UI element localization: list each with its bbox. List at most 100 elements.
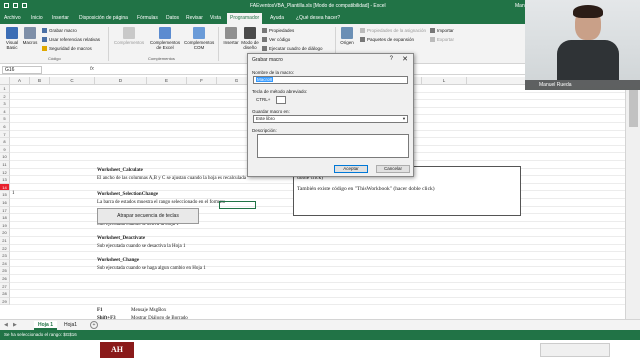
- cell-title[interactable]: Worksheet_Calculate: [97, 168, 143, 173]
- run-dialog-button[interactable]: Ejecutar cuadro de diálogo: [262, 46, 323, 51]
- row-header[interactable]: 16: [0, 199, 10, 207]
- cell-shortcut-desc[interactable]: Mensaje MsgBox: [131, 308, 166, 313]
- column-header[interactable]: D: [95, 77, 147, 85]
- row-header[interactable]: 3: [0, 100, 10, 108]
- row-header[interactable]: 24: [0, 259, 10, 268]
- column-header[interactable]: A: [10, 77, 30, 85]
- cell-shortcut-key[interactable]: F1: [97, 308, 103, 313]
- name-box[interactable]: G16: [2, 66, 42, 74]
- row-header[interactable]: 2: [0, 92, 10, 101]
- sheet-tab-hoja1[interactable]: Hoja1: [60, 321, 81, 330]
- row-header[interactable]: 22: [0, 244, 10, 253]
- insert-control-button[interactable]: Insertar: [221, 27, 241, 45]
- select-all-corner[interactable]: [0, 77, 10, 85]
- cancel-button[interactable]: Cancelar: [376, 165, 410, 173]
- column-header[interactable]: L: [422, 77, 467, 85]
- tab-insertar[interactable]: Insertar: [52, 15, 69, 21]
- tab-disposicion[interactable]: Disposición de página: [79, 15, 128, 21]
- row-header[interactable]: 11: [0, 161, 10, 169]
- expansion-packs-button[interactable]: Paquetes de expansión: [360, 37, 414, 42]
- macro-security-button[interactable]: Seguridad de macros: [42, 46, 92, 51]
- tab-revisar[interactable]: Revisar: [186, 15, 203, 21]
- visual-basic-button[interactable]: Visual Basic: [2, 27, 22, 50]
- save-icon[interactable]: [4, 3, 9, 8]
- view-code-button[interactable]: Ver código: [262, 37, 290, 42]
- row-header[interactable]: 25: [0, 267, 10, 275]
- sheet-scroll-left-icon[interactable]: ◀: [4, 322, 8, 328]
- add-sheet-icon[interactable]: +: [90, 321, 98, 329]
- column-header[interactable]: C: [50, 77, 95, 85]
- cell-description[interactable]: Sub ejecutada cuando se haga algun cambi…: [97, 266, 206, 271]
- grid-line: [10, 304, 625, 306]
- row-header[interactable]: 8: [0, 138, 10, 146]
- export-button[interactable]: Exportar: [430, 37, 454, 42]
- tab-inicio[interactable]: Inicio: [31, 15, 43, 21]
- accept-button[interactable]: Aceptar: [334, 165, 368, 173]
- sheet-tab-hoja-1[interactable]: Hoja 1: [34, 321, 58, 330]
- cell-a4[interactable]: 1: [12, 191, 15, 196]
- row-header[interactable]: 20: [0, 229, 10, 237]
- cell-description[interactable]: Sub ejecutada cuando se desactiva la Hoj…: [97, 244, 185, 249]
- tab-vista[interactable]: Vista: [210, 15, 221, 21]
- cell-description[interactable]: El ancho de las columnas A,B y C se ajus…: [97, 176, 246, 181]
- description-textarea[interactable]: [257, 134, 409, 158]
- close-icon[interactable]: ✕: [402, 55, 408, 63]
- row-header[interactable]: 29: [0, 297, 10, 306]
- row-header[interactable]: 19: [0, 221, 10, 230]
- row-header[interactable]: 18: [0, 214, 10, 222]
- column-header[interactable]: F: [187, 77, 217, 85]
- macros-button[interactable]: Macros: [20, 27, 40, 45]
- column-header[interactable]: B: [30, 77, 50, 85]
- row-header[interactable]: 26: [0, 275, 10, 283]
- tab-ayuda[interactable]: Ayuda: [270, 15, 284, 21]
- row-header[interactable]: 10: [0, 153, 10, 161]
- sheet-scroll-right-icon[interactable]: ▶: [13, 322, 17, 328]
- row-header[interactable]: 14: [0, 183, 10, 192]
- row-header[interactable]: 4: [0, 107, 10, 116]
- cell-description[interactable]: La barra de estados muestra el rango sel…: [97, 200, 225, 205]
- row-header[interactable]: 28: [0, 290, 10, 298]
- row-header[interactable]: 9: [0, 145, 10, 154]
- row-header[interactable]: 5: [0, 115, 10, 123]
- excel-add-ins-button[interactable]: Complementos de Excel: [148, 27, 182, 50]
- properties-button[interactable]: Propiedades: [262, 28, 294, 33]
- row-header[interactable]: 12: [0, 168, 10, 177]
- column-header[interactable]: E: [147, 77, 187, 85]
- row-header[interactable]: 23: [0, 252, 10, 260]
- record-macro-button[interactable]: Grabar macro: [42, 28, 77, 33]
- fx-icon[interactable]: fx: [90, 66, 94, 72]
- help-icon[interactable]: ?: [390, 56, 393, 62]
- vertical-scrollbar[interactable]: [625, 77, 640, 319]
- tab-datos[interactable]: Datos: [166, 15, 179, 21]
- relative-references-button[interactable]: Usar referencias relativas: [42, 37, 100, 42]
- redo-icon[interactable]: [22, 3, 27, 8]
- design-mode-button[interactable]: Modo de diseño: [240, 27, 260, 50]
- macro-name-input[interactable]: Macro8: [253, 76, 408, 84]
- row-header[interactable]: 7: [0, 130, 10, 139]
- store-macro-select[interactable]: Este libro ▼: [253, 115, 408, 123]
- row-header[interactable]: 27: [0, 282, 10, 291]
- undo-icon[interactable]: [13, 3, 18, 8]
- tell-me-search[interactable]: ¿Qué desea hacer?: [296, 15, 340, 21]
- selected-cell-g16[interactable]: [219, 201, 256, 209]
- row-header[interactable]: 21: [0, 237, 10, 245]
- cell-title[interactable]: Worksheet_Change: [97, 258, 139, 263]
- tab-archivo[interactable]: Archivo: [4, 15, 21, 21]
- row-header[interactable]: 17: [0, 206, 10, 215]
- tab-formulas[interactable]: Fórmulas: [137, 15, 158, 21]
- cell-title[interactable]: Worksheet_Deactivate: [97, 236, 145, 241]
- row-header[interactable]: 6: [0, 123, 10, 131]
- add-ins-button[interactable]: Complementos: [112, 27, 146, 45]
- source-button[interactable]: Origen: [337, 27, 357, 45]
- import-button[interactable]: Importar: [430, 28, 454, 33]
- map-properties-button[interactable]: Propiedades de la asignación: [360, 28, 426, 33]
- row-header[interactable]: 1: [0, 85, 10, 93]
- capture-keys-button[interactable]: Atrapar secuencia de teclas: [97, 208, 199, 224]
- shortcut-key-input[interactable]: [276, 96, 286, 104]
- row-header[interactable]: 15: [0, 191, 10, 199]
- row-header[interactable]: 13: [0, 176, 10, 184]
- cell-title[interactable]: Worksheet_SelectionChange: [97, 192, 158, 197]
- scrollbar-thumb[interactable]: [629, 87, 638, 127]
- com-add-ins-button[interactable]: Complementos COM: [184, 27, 214, 50]
- tab-programador[interactable]: Programador: [227, 13, 263, 24]
